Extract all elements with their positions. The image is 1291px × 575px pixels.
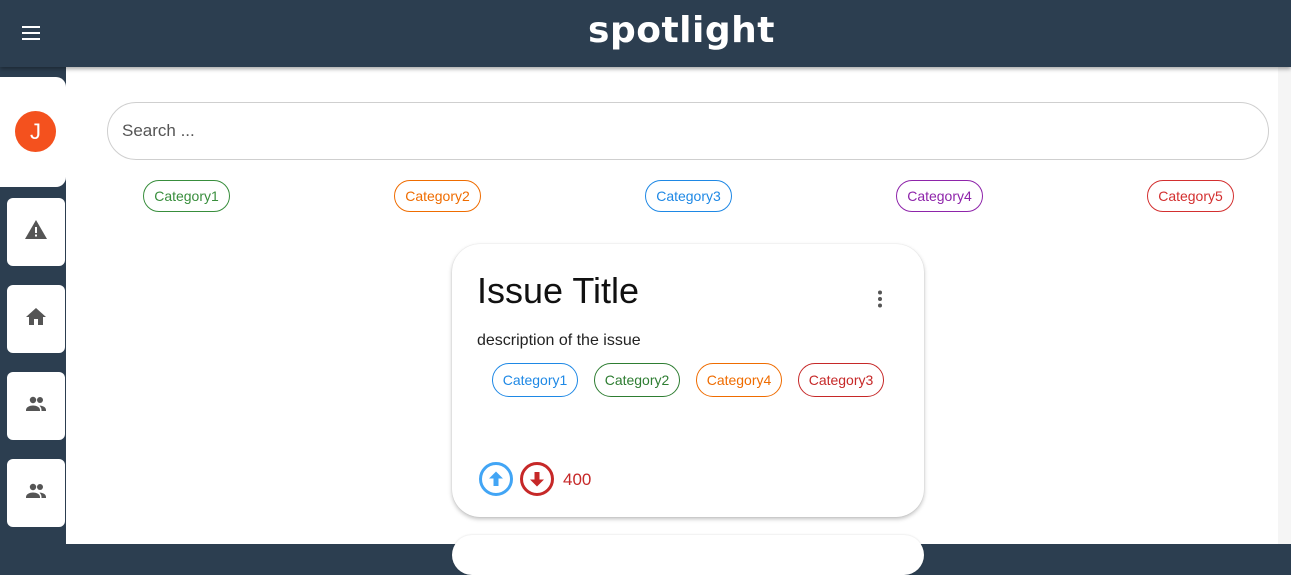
people-icon	[23, 392, 49, 421]
vote-count: 400	[563, 470, 592, 489]
issue-card[interactable]	[452, 535, 924, 575]
avatar[interactable]: J	[15, 111, 56, 152]
sidebar-item-home[interactable]	[7, 285, 65, 353]
issue-category-chip[interactable]: Category1	[492, 363, 578, 397]
home-icon	[24, 305, 48, 334]
upvote-button[interactable]	[479, 462, 513, 496]
app-title: spotlight	[588, 10, 775, 51]
profile-card[interactable]: J	[0, 77, 66, 187]
more-vert-icon[interactable]	[870, 289, 890, 309]
sidebar: J	[0, 67, 66, 544]
scrollbar-track[interactable]	[1278, 67, 1291, 544]
sidebar-item-people[interactable]	[7, 459, 65, 527]
issue-category-chip[interactable]: Category3	[798, 363, 884, 397]
issue-category-chip[interactable]: Category2	[594, 363, 680, 397]
arrow-up-icon	[479, 462, 513, 500]
filter-chip-category4[interactable]: Category4	[896, 180, 983, 212]
filter-chip-category2[interactable]: Category2	[394, 180, 481, 212]
issue-title: Issue Title	[477, 270, 640, 311]
sidebar-item-people[interactable]	[7, 372, 65, 440]
people-icon	[23, 479, 49, 508]
warning-icon	[23, 218, 49, 247]
issue-category-chip[interactable]: Category4	[696, 363, 782, 397]
sidebar-item-issues[interactable]	[7, 198, 65, 266]
main-content: Category1 Category2 Category3 Category4 …	[66, 67, 1278, 575]
filter-chip-category3[interactable]: Category3	[645, 180, 732, 212]
issue-card[interactable]: Issue Title description of the issue Cat…	[452, 244, 924, 517]
top-app-bar: spotlight	[0, 0, 1291, 67]
issue-description: description of the issue	[477, 332, 641, 349]
filter-chip-category1[interactable]: Category1	[143, 180, 230, 212]
downvote-button[interactable]	[520, 462, 554, 496]
filter-chip-category5[interactable]: Category5	[1147, 180, 1234, 212]
search-input[interactable]	[107, 102, 1269, 160]
arrow-down-icon	[520, 462, 554, 500]
